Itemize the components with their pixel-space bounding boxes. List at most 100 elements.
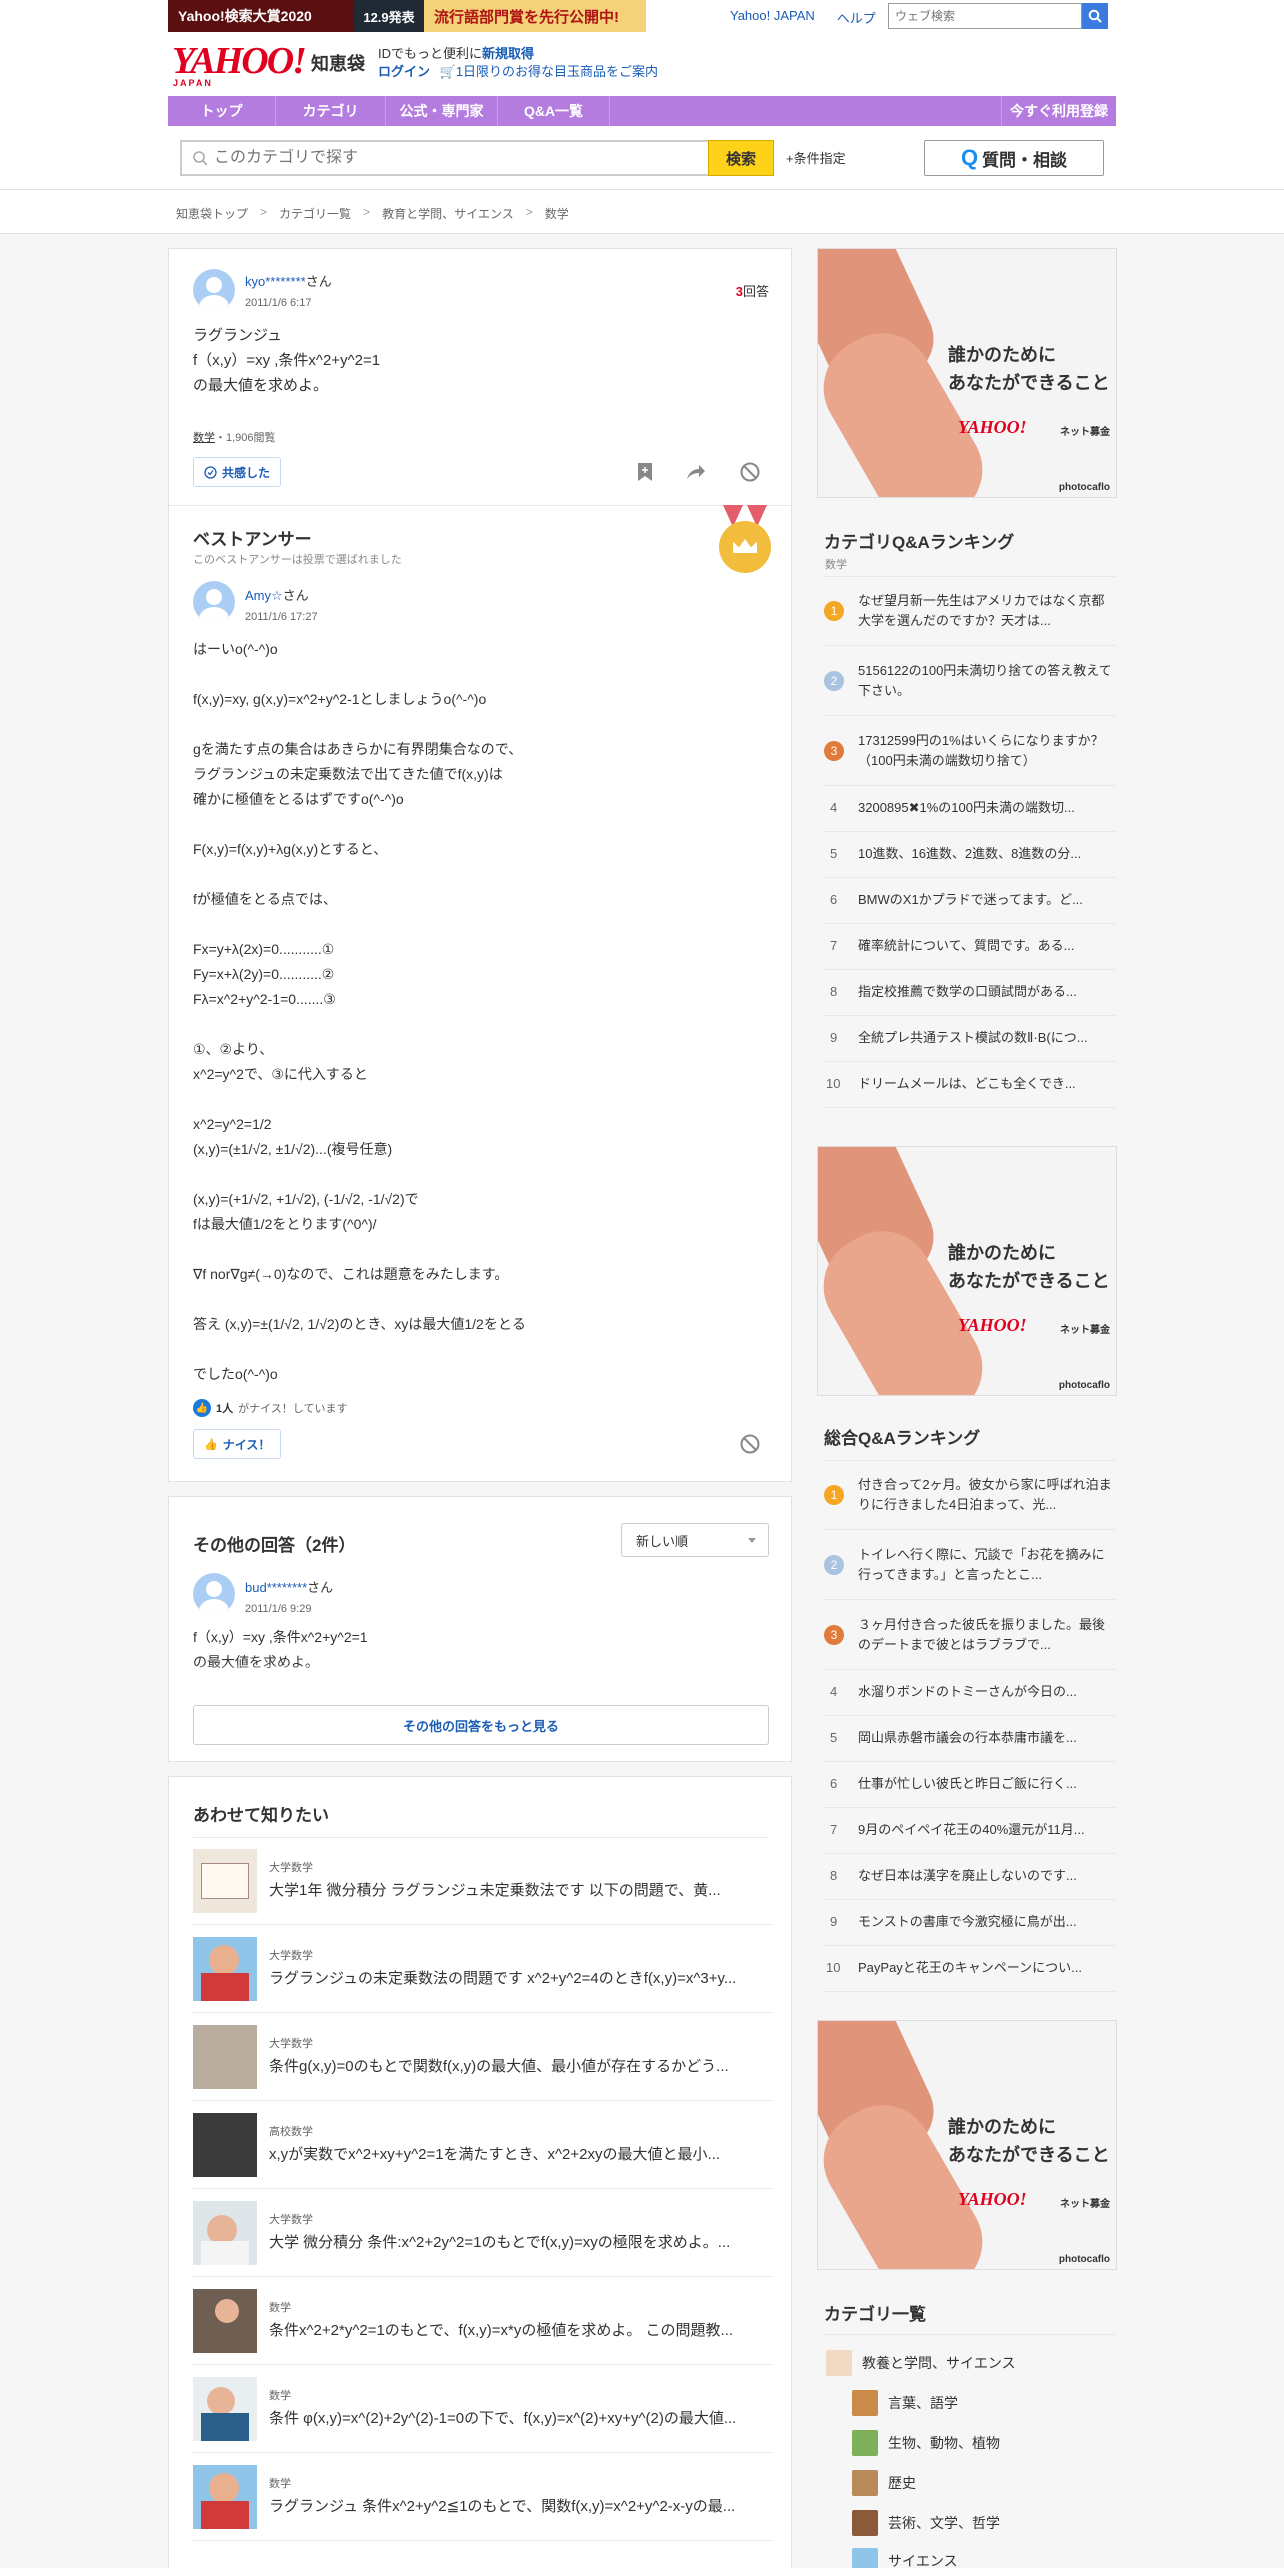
ranking-text: 確率統計について、質問です。ある... — [858, 938, 1075, 953]
ad-brand: YAHOO! — [958, 2189, 1027, 2209]
related-item[interactable]: 大学数学 大学 微分積分 条件:x^2+2y^2=1のもとでf(x,y)=xyの… — [193, 2189, 773, 2277]
ad-banner[interactable]: 誰かのために あなたができること YAHOO! ネット募金 photocaflo — [817, 1146, 1117, 1396]
category-child[interactable]: 芸術、文学、哲学 — [852, 2510, 1000, 2536]
sort-select[interactable]: 新しい順 — [621, 1523, 769, 1557]
register-link[interactable]: 今すぐ利用登録 — [1001, 96, 1116, 126]
ad-banner[interactable]: 誰かのために あなたができること YAHOO! ネット募金 photocaflo — [817, 248, 1117, 498]
related-item[interactable]: 数学 条件x^2+2*y^2=1のもとで、f(x,y)=x*yの極値を求めよ。 … — [193, 2277, 773, 2365]
ranking-item[interactable]: 8 なぜ日本は漢字を廃止しないのです... — [824, 1854, 1116, 1900]
ranking-item[interactable]: 6 仕事が忙しい彼氏と昨日ご飯に行く... — [824, 1762, 1116, 1808]
category-icon — [852, 2510, 878, 2536]
deal-link[interactable]: 1日限りのお得な目玉商品をご案内 — [456, 64, 658, 79]
block-icon[interactable] — [739, 461, 761, 483]
ranking-text: 5156122の100円未満切り捨ての答え教えて下さい。 — [858, 663, 1112, 698]
breadcrumb-item[interactable]: 教育と学問、サイエンス — [382, 205, 514, 222]
nav-official[interactable]: 公式・専門家 — [386, 96, 498, 126]
ranking-item[interactable]: 7 9月のペイペイ花王の40%還元が11月... — [824, 1808, 1116, 1854]
ranking-item[interactable]: 7 確率統計について、質問です。ある... — [824, 924, 1116, 970]
nice-summary: 👍 1人 がナイス！しています — [193, 1399, 347, 1417]
web-search-button[interactable] — [1082, 3, 1108, 29]
crown-medal-icon — [715, 505, 775, 577]
ranking-text: なぜ日本は漢字を廃止しないのです... — [858, 1868, 1077, 1883]
ranking-item[interactable]: 3 17312599円の1%はいくらになりますか？（100円未満の端数切り捨て） — [824, 716, 1116, 786]
rank-number: 10 — [826, 1076, 841, 1091]
best-answer-subtitle: このベストアンサーは投票で選ばれました — [193, 554, 402, 566]
login-link[interactable]: ログイン — [378, 64, 430, 79]
question-user[interactable]: kyo********さん — [245, 271, 332, 290]
category-child[interactable]: 生物、動物、植物 — [852, 2430, 1000, 2456]
breadcrumb-item[interactable]: カテゴリ一覧 — [279, 205, 351, 222]
category-child[interactable]: 言葉、語学 — [852, 2390, 958, 2416]
category-search-input[interactable] — [208, 149, 708, 167]
ranking-item[interactable]: 3 ３ヶ月付き合った彼氏を振りました。最後のデートまで彼とはラブラブで... — [824, 1600, 1116, 1670]
empathy-button[interactable]: 共感した — [193, 457, 282, 487]
nice-button[interactable]: 👍 ナイス！ — [193, 1429, 282, 1459]
ranking-item[interactable]: 2 5156122の100円未満切り捨ての答え教えて下さい。 — [824, 646, 1116, 716]
related-item[interactable]: 大学数学 大学1年 微分積分 ラグランジュ未定乗数法です 以下の問題で、黄... — [193, 1837, 773, 1925]
rank-number: 6 — [830, 892, 838, 907]
ranking-item[interactable]: 6 BMWのX1かプラドで迷ってます。ど... — [824, 878, 1116, 924]
related-item[interactable]: 大学数学 ラグランジュの未定乗数法の問題です x^2+y^2=4のときf(x,y… — [193, 1925, 773, 2013]
category-child[interactable]: 歴史 — [852, 2470, 916, 2496]
account-area: IDでもっと便利に新規取得 ログイン 🛒1日限りのお得な目玉商品をご案内 — [378, 45, 658, 81]
category-parent[interactable]: 教養と学問、サイエンス — [826, 2350, 1016, 2376]
more-answers-button[interactable]: その他の回答をもっと見る — [193, 1705, 769, 1745]
ranking-text: 仕事が忙しい彼氏と昨日ご飯に行く... — [858, 1776, 1077, 1791]
thumbnail — [193, 1937, 257, 2001]
nice-button-label: ナイス！ — [222, 1437, 271, 1452]
ranking-item[interactable]: 2 トイレへ行く際に、冗談で「お花を摘みに行ってきます。」と言ったとこ... — [824, 1530, 1116, 1600]
ranking-item[interactable]: 4 水溜りボンドのトミーさんが今日の... — [824, 1670, 1116, 1716]
ranking-item[interactable]: 10 PayPayと花王のキャンペーンについ... — [824, 1946, 1116, 1992]
related-category: 数学 — [269, 2390, 291, 2402]
breadcrumb-item[interactable]: 知恵袋トップ — [176, 205, 248, 222]
related-item[interactable]: 数学 ラグランジュ 条件x^2+y^2≦1のもとで、関数f(x,y)=x^2+y… — [193, 2453, 773, 2541]
sort-select-value: 新しい順 — [636, 1533, 689, 1549]
ask-button[interactable]: Q 質問・相談 — [924, 140, 1104, 176]
promo-banner[interactable]: Yahoo!検索大賞2020 12.9発表 流行語部門賞を先行公開中! — [168, 0, 646, 32]
ad-banner[interactable]: 誰かのために あなたができること YAHOO! ネット募金 photocaflo — [817, 2020, 1117, 2270]
breadcrumb-item[interactable]: 数学 — [545, 205, 569, 222]
divider — [824, 2334, 1116, 2335]
ranking-item[interactable]: 10 ドリームメールは、どこも全くでき... — [824, 1062, 1116, 1108]
logo-japan: JAPAN — [173, 78, 213, 88]
ranking-item[interactable]: 5 岡山県赤磐市議会の行本恭庸市議を... — [824, 1716, 1116, 1762]
related-category: 数学 — [269, 2302, 291, 2314]
related-item[interactable]: 大学数学 条件g(x,y)=0のもとで関数f(x,y)の最大値、最小値が存在する… — [193, 2013, 773, 2101]
rank-number: 10 — [826, 1960, 841, 1975]
avatar[interactable] — [193, 581, 235, 623]
ranking-item[interactable]: 8 指定校推薦で数学の口頭試問がある... — [824, 970, 1116, 1016]
avatar[interactable] — [193, 1573, 235, 1615]
avatar[interactable] — [193, 269, 235, 311]
share-icon[interactable] — [685, 461, 707, 483]
ranking-item[interactable]: 1 なぜ望月新一先生はアメリカではなく京都大学を選んだのですか？天才は... — [824, 576, 1116, 646]
ranking-item[interactable]: 4 3200895✖1%の100円未満の端数切... — [824, 786, 1116, 832]
ranking-item[interactable]: 1 付き合って2ヶ月。彼女から家に呼ばれ泊まりに行きました4日泊まって、光... — [824, 1460, 1116, 1530]
nav-qa-list[interactable]: Q&A一覧 — [498, 96, 610, 126]
yahoo-japan-link[interactable]: Yahoo! JAPAN — [730, 8, 815, 27]
block-icon[interactable] — [739, 1433, 761, 1455]
logo[interactable]: YAHOO! 知恵袋 — [172, 42, 365, 80]
category-child[interactable]: サイエンス — [852, 2548, 958, 2568]
other-answer-user[interactable]: bud********さん — [245, 1577, 333, 1596]
signup-link[interactable]: 新規取得 — [482, 46, 534, 61]
related-item[interactable]: 高校数学 x,yが実数でx^2+xy+y^2=1を満たすとき、x^2+2xyの最… — [193, 2101, 773, 2189]
ranking-item[interactable]: 9 モンストの書庫で今激究極に鳥が出... — [824, 1900, 1116, 1946]
ranking-item[interactable]: 9 全統プレ共通テスト模試の数Ⅱ·B(につ... — [824, 1016, 1116, 1062]
web-search-input[interactable] — [888, 3, 1082, 29]
condition-link[interactable]: +条件指定 — [786, 148, 846, 167]
ad-credit: photocaflo — [1058, 1380, 1110, 1391]
nav-top[interactable]: トップ — [168, 96, 276, 126]
ad-line1: 誰かのために — [948, 1243, 1056, 1263]
ranking-item[interactable]: 5 10進数、16進数、2進数、8進数の分... — [824, 832, 1116, 878]
category-search-button[interactable]: 検索 — [708, 140, 774, 176]
thumbnail — [193, 1849, 257, 1913]
question-category[interactable]: 数学 — [193, 432, 215, 444]
related-item[interactable]: 数学 条件 φ(x,y)=x^(2)+2y^(2)-1=0の下で、f(x,y)=… — [193, 2365, 773, 2453]
category-icon — [852, 2470, 878, 2496]
thumbnail — [193, 2201, 257, 2265]
nav-category[interactable]: カテゴリ — [276, 96, 386, 126]
help-link[interactable]: ヘルプ — [837, 8, 876, 27]
bookmark-icon[interactable] — [635, 461, 655, 483]
best-answer-user[interactable]: Amy☆さん — [245, 585, 309, 604]
thumbnail — [193, 2289, 257, 2353]
